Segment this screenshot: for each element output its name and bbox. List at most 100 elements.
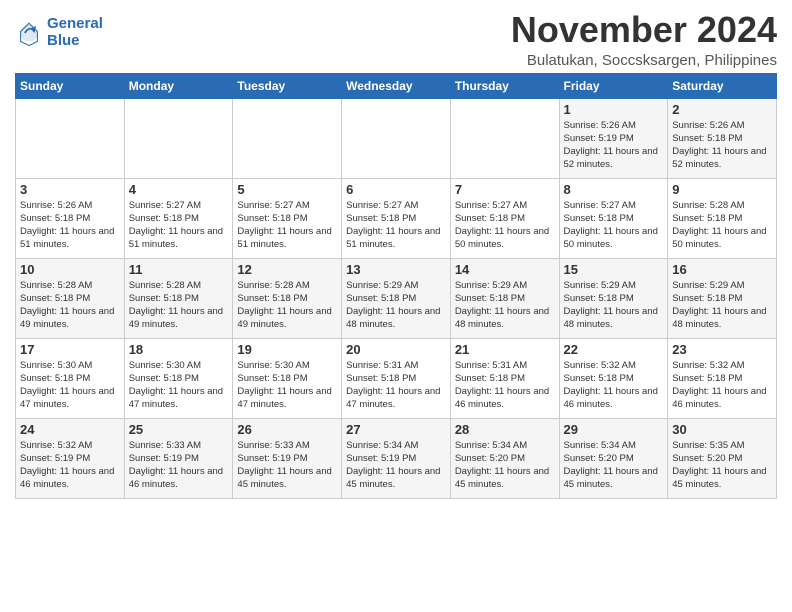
cell-content: Sunrise: 5:34 AM Sunset: 5:20 PM Dayligh… bbox=[455, 439, 555, 492]
cell-content: Sunrise: 5:30 AM Sunset: 5:18 PM Dayligh… bbox=[129, 359, 229, 412]
calendar-cell: 20Sunrise: 5:31 AM Sunset: 5:18 PM Dayli… bbox=[342, 338, 451, 418]
cell-content: Sunrise: 5:28 AM Sunset: 5:18 PM Dayligh… bbox=[672, 199, 772, 252]
cell-content: Sunrise: 5:27 AM Sunset: 5:18 PM Dayligh… bbox=[346, 199, 446, 252]
calendar-cell: 11 Sunrise: 5:28 AM Sunset: 5:18 PM Dayli… bbox=[124, 258, 233, 338]
cell-content: Sunrise: 5:26 AM Sunset: 5:18 PM Dayligh… bbox=[672, 119, 772, 172]
calendar-cell bbox=[124, 98, 233, 178]
cell-content: Sunrise: 5:32 AM Sunset: 5:19 PM Dayligh… bbox=[20, 439, 120, 492]
calendar-cell: 2 Sunrise: 5:26 AM Sunset: 5:18 PM Daylig… bbox=[668, 98, 777, 178]
cell-content: Sunrise: 5:33 AM Sunset: 5:19 PM Dayligh… bbox=[129, 439, 229, 492]
calendar-cell: 23Sunrise: 5:32 AM Sunset: 5:18 PM Dayli… bbox=[668, 338, 777, 418]
calendar-cell: 26Sunrise: 5:33 AM Sunset: 5:19 PM Dayli… bbox=[233, 418, 342, 498]
cell-content: Sunrise: 5:34 AM Sunset: 5:19 PM Dayligh… bbox=[346, 439, 446, 492]
calendar-cell: 30 Sunrise: 5:35 AM Sunset: 5:20 PM Dayli… bbox=[668, 418, 777, 498]
calendar-cell: 13Sunrise: 5:29 AM Sunset: 5:18 PM Dayli… bbox=[342, 258, 451, 338]
calendar-week-row: 24 Sunrise: 5:32 AM Sunset: 5:19 PM Dayli… bbox=[16, 418, 777, 498]
weekday-header-tuesday: Tuesday bbox=[233, 73, 342, 98]
day-number: 19 bbox=[237, 342, 337, 357]
weekday-header-saturday: Saturday bbox=[668, 73, 777, 98]
weekday-header-monday: Monday bbox=[124, 73, 233, 98]
day-number: 1 bbox=[564, 102, 664, 117]
day-number: 22 bbox=[564, 342, 664, 357]
page-header: General Blue November 2024 Bulatukan, So… bbox=[15, 10, 777, 69]
cell-content: Sunrise: 5:35 AM Sunset: 5:20 PM Dayligh… bbox=[672, 439, 772, 492]
calendar-cell: 16 Sunrise: 5:29 AM Sunset: 5:18 PM Dayli… bbox=[668, 258, 777, 338]
cell-content: Sunrise: 5:29 AM Sunset: 5:18 PM Dayligh… bbox=[564, 279, 664, 332]
cell-content: Sunrise: 5:31 AM Sunset: 5:18 PM Dayligh… bbox=[455, 359, 555, 412]
day-number: 21 bbox=[455, 342, 555, 357]
day-number: 18 bbox=[129, 342, 229, 357]
calendar-cell: 18 Sunrise: 5:30 AM Sunset: 5:18 PM Dayli… bbox=[124, 338, 233, 418]
cell-content: Sunrise: 5:27 AM Sunset: 5:18 PM Dayligh… bbox=[237, 199, 337, 252]
day-number: 5 bbox=[237, 182, 337, 197]
month-title: November 2024 bbox=[511, 10, 777, 50]
cell-content: Sunrise: 5:26 AM Sunset: 5:19 PM Dayligh… bbox=[564, 119, 664, 172]
calendar-table: SundayMondayTuesdayWednesdayThursdayFrid… bbox=[15, 73, 777, 499]
calendar-cell: 8Sunrise: 5:27 AM Sunset: 5:18 PM Daylig… bbox=[559, 178, 668, 258]
day-number: 11 bbox=[129, 262, 229, 277]
day-number: 25 bbox=[129, 422, 229, 437]
cell-content: Sunrise: 5:34 AM Sunset: 5:20 PM Dayligh… bbox=[564, 439, 664, 492]
day-number: 12 bbox=[237, 262, 337, 277]
day-number: 23 bbox=[672, 342, 772, 357]
calendar-cell: 19 Sunrise: 5:30 AM Sunset: 5:18 PM Dayli… bbox=[233, 338, 342, 418]
calendar-cell: 24 Sunrise: 5:32 AM Sunset: 5:19 PM Dayli… bbox=[16, 418, 125, 498]
cell-content: Sunrise: 5:27 AM Sunset: 5:18 PM Dayligh… bbox=[455, 199, 555, 252]
day-number: 7 bbox=[455, 182, 555, 197]
weekday-header-row: SundayMondayTuesdayWednesdayThursdayFrid… bbox=[16, 73, 777, 98]
calendar-cell bbox=[342, 98, 451, 178]
logo: General Blue bbox=[15, 16, 103, 49]
day-number: 28 bbox=[455, 422, 555, 437]
weekday-header-thursday: Thursday bbox=[450, 73, 559, 98]
calendar-cell: 25 Sunrise: 5:33 AM Sunset: 5:19 PM Dayli… bbox=[124, 418, 233, 498]
cell-content: Sunrise: 5:31 AM Sunset: 5:18 PM Dayligh… bbox=[346, 359, 446, 412]
calendar-cell: 5 Sunrise: 5:27 AM Sunset: 5:18 PM Daylig… bbox=[233, 178, 342, 258]
calendar-cell: 22 Sunrise: 5:32 AM Sunset: 5:18 PM Dayli… bbox=[559, 338, 668, 418]
day-number: 29 bbox=[564, 422, 664, 437]
cell-content: Sunrise: 5:28 AM Sunset: 5:18 PM Dayligh… bbox=[237, 279, 337, 332]
calendar-cell bbox=[16, 98, 125, 178]
calendar-week-row: 17 Sunrise: 5:30 AM Sunset: 5:18 PM Dayli… bbox=[16, 338, 777, 418]
cell-content: Sunrise: 5:26 AM Sunset: 5:18 PM Dayligh… bbox=[20, 199, 120, 252]
calendar-cell: 10 Sunrise: 5:28 AM Sunset: 5:18 PM Dayli… bbox=[16, 258, 125, 338]
calendar-cell: 21 Sunrise: 5:31 AM Sunset: 5:18 PM Dayli… bbox=[450, 338, 559, 418]
day-number: 10 bbox=[20, 262, 120, 277]
calendar-cell: 14 Sunrise: 5:29 AM Sunset: 5:18 PM Dayli… bbox=[450, 258, 559, 338]
cell-content: Sunrise: 5:29 AM Sunset: 5:18 PM Dayligh… bbox=[672, 279, 772, 332]
cell-content: Sunrise: 5:27 AM Sunset: 5:18 PM Dayligh… bbox=[564, 199, 664, 252]
day-number: 24 bbox=[20, 422, 120, 437]
title-area: November 2024 Bulatukan, Soccsksargen, P… bbox=[511, 10, 777, 69]
day-number: 14 bbox=[455, 262, 555, 277]
day-number: 30 bbox=[672, 422, 772, 437]
day-number: 3 bbox=[20, 182, 120, 197]
cell-content: Sunrise: 5:29 AM Sunset: 5:18 PM Dayligh… bbox=[455, 279, 555, 332]
calendar-cell: 29 Sunrise: 5:34 AM Sunset: 5:20 PM Dayli… bbox=[559, 418, 668, 498]
weekday-header-friday: Friday bbox=[559, 73, 668, 98]
day-number: 16 bbox=[672, 262, 772, 277]
calendar-cell: 27Sunrise: 5:34 AM Sunset: 5:19 PM Dayli… bbox=[342, 418, 451, 498]
calendar-cell: 15Sunrise: 5:29 AM Sunset: 5:18 PM Dayli… bbox=[559, 258, 668, 338]
cell-content: Sunrise: 5:28 AM Sunset: 5:18 PM Dayligh… bbox=[129, 279, 229, 332]
cell-content: Sunrise: 5:30 AM Sunset: 5:18 PM Dayligh… bbox=[20, 359, 120, 412]
calendar-cell: 28 Sunrise: 5:34 AM Sunset: 5:20 PM Dayli… bbox=[450, 418, 559, 498]
cell-content: Sunrise: 5:28 AM Sunset: 5:18 PM Dayligh… bbox=[20, 279, 120, 332]
day-number: 13 bbox=[346, 262, 446, 277]
calendar-week-row: 3 Sunrise: 5:26 AM Sunset: 5:18 PM Daylig… bbox=[16, 178, 777, 258]
cell-content: Sunrise: 5:30 AM Sunset: 5:18 PM Dayligh… bbox=[237, 359, 337, 412]
calendar-week-row: 1 Sunrise: 5:26 AM Sunset: 5:19 PM Daylig… bbox=[16, 98, 777, 178]
cell-content: Sunrise: 5:32 AM Sunset: 5:18 PM Dayligh… bbox=[564, 359, 664, 412]
calendar-cell: 7 Sunrise: 5:27 AM Sunset: 5:18 PM Daylig… bbox=[450, 178, 559, 258]
calendar-cell: 4 Sunrise: 5:27 AM Sunset: 5:18 PM Daylig… bbox=[124, 178, 233, 258]
location-title: Bulatukan, Soccsksargen, Philippines bbox=[511, 52, 777, 69]
logo-icon bbox=[15, 19, 43, 47]
day-number: 4 bbox=[129, 182, 229, 197]
calendar-week-row: 10 Sunrise: 5:28 AM Sunset: 5:18 PM Dayli… bbox=[16, 258, 777, 338]
weekday-header-wednesday: Wednesday bbox=[342, 73, 451, 98]
cell-content: Sunrise: 5:27 AM Sunset: 5:18 PM Dayligh… bbox=[129, 199, 229, 252]
day-number: 17 bbox=[20, 342, 120, 357]
day-number: 2 bbox=[672, 102, 772, 117]
calendar-cell: 1 Sunrise: 5:26 AM Sunset: 5:19 PM Daylig… bbox=[559, 98, 668, 178]
day-number: 6 bbox=[346, 182, 446, 197]
calendar-cell: 3 Sunrise: 5:26 AM Sunset: 5:18 PM Daylig… bbox=[16, 178, 125, 258]
weekday-header-sunday: Sunday bbox=[16, 73, 125, 98]
